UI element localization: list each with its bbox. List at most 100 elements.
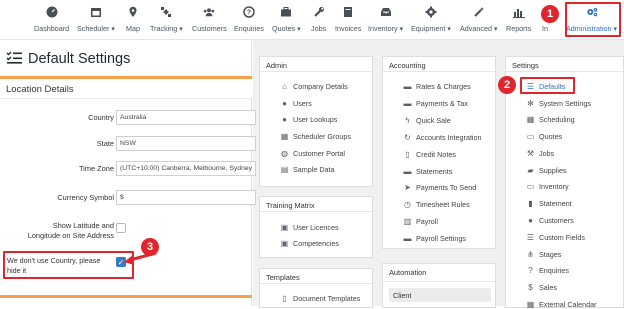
country-field[interactable]: Australia [116,110,256,125]
nav-jobs[interactable]: Jobs [311,6,326,33]
nav-customers[interactable]: Customers [192,6,227,33]
flow-icon: ⋔ [527,250,534,259]
link-statement[interactable]: ▮ Statement [526,199,571,208]
nav-quotes[interactable]: Quotes ▾ [272,6,301,33]
database-icon: ▤ [280,165,289,174]
link-rates-charges[interactable]: ▬ Rates & Charges [403,82,471,91]
home-icon: ⌂ [282,82,287,91]
callout-badge-2: 2 [498,76,516,94]
link-competencies[interactable]: ▣ Competencies [280,239,339,248]
link-jobs[interactable]: ⚒ Jobs [526,149,554,158]
nav-inventory[interactable]: Inventory ▾ [368,6,403,33]
gear-icon: ✻ [527,99,534,108]
question-icon: ? [243,6,255,18]
nav-equipment[interactable]: Equipment ▾ [411,6,451,33]
wrench-icon: ⚒ [526,149,535,158]
state-field[interactable]: NSW [116,136,256,151]
calendar-icon: ▦ [526,300,535,309]
id-card-icon: ▣ [280,223,289,232]
nav-advanced[interactable]: Advanced ▾ [460,6,498,33]
nav-reports[interactable]: Reports [506,6,531,33]
briefcase-icon [280,6,292,18]
file-icon: ▯ [405,150,410,159]
map-pin-icon [127,6,139,18]
inbox-icon [380,6,392,18]
bottom-accent-bar [0,295,252,298]
dollar-icon: $ [528,283,533,292]
book-icon [342,6,354,18]
link-credit-notes[interactable]: ▯ Credit Notes [403,150,456,159]
globe-icon: ◍ [281,149,288,158]
link-system-settings[interactable]: ✻ System Settings [526,99,591,108]
users-icon [203,6,215,18]
link-quotes[interactable]: ▭ Quotes [526,132,562,141]
section-header: Location Details [0,79,252,99]
link-supplies[interactable]: ▰ Supplies [526,166,566,175]
link-stages[interactable]: ⋔ Stages [526,250,561,259]
link-payroll[interactable]: ▥ Payroll [403,217,438,226]
svg-text:?: ? [247,10,251,17]
page-title: Default Settings [6,51,130,67]
link-sales[interactable]: $ Sales [526,283,557,292]
link-sample-data[interactable]: ▤ Sample Data [280,165,335,174]
link-document-templates[interactable]: ▯ Document Templates [280,294,360,303]
money-icon: ▬ [403,234,412,243]
calendar-icon: ▦ [526,115,535,124]
link-scheduler-groups[interactable]: ▦ Scheduler Groups [280,132,351,141]
nav-dashboard[interactable]: Dashboard [34,6,69,33]
admin-panel: Admin ⌂ Company Details ● Users ● User Look… [259,56,373,187]
link-user-licences[interactable]: ▣ User Licences [280,223,339,232]
link-users[interactable]: ● Users [280,99,312,108]
inbox-icon: ▭ [526,182,535,191]
link-enquiries[interactable]: ? Enquiries [526,266,569,275]
link-user-lookups[interactable]: ● User Lookups [280,115,337,124]
link-payroll-settings[interactable]: ▬ Payroll Settings [403,234,466,243]
nav-enquiries[interactable]: ? Enquiries [234,6,264,33]
link-external-calendar[interactable]: ▦ External Calendar [526,300,597,309]
wrench-icon [313,6,325,18]
callout-badge-1: 1 [541,5,559,23]
book-icon: ▮ [528,199,533,208]
link-inventory[interactable]: ▭ Inventory [526,182,569,191]
callout-arrow-3 [124,251,157,265]
nav-tracking[interactable]: Tracking ▾ [150,6,183,33]
link-custom-fields[interactable]: ☰ Custom Fields [526,233,585,242]
templates-panel: Templates ▯ Document Templates [259,268,373,308]
link-payments-to-send[interactable]: ➤ Payments To Send [403,183,476,192]
bolt-icon: ϟ [405,116,410,125]
timezone-select[interactable]: (UTC+10:00) Canberra, Melbourne, Sydney [116,161,256,176]
callout-box-nocountry [3,251,134,279]
link-scheduling[interactable]: ▦ Scheduling [526,115,575,124]
building-icon: ▥ [403,217,412,226]
gear-icon [425,6,437,18]
callout-box-defaults [520,77,575,94]
list-icon: ☰ [526,233,535,242]
link-statements[interactable]: ▬ Statements [403,167,453,176]
link-accounts-integration[interactable]: ↻ Accounts Integration [403,133,481,142]
currency-field[interactable]: $ [116,190,256,205]
money-icon: ▬ [403,82,412,91]
send-icon: ➤ [404,183,411,192]
training-matrix-panel: Training Matrix ▣ User Licences ▣ Competen… [259,196,373,258]
latlong-checkbox[interactable] [116,223,126,233]
link-payments-tax[interactable]: ▬ Payments & Tax [403,99,468,108]
automation-client[interactable]: Client [389,288,491,302]
money-icon: ▬ [403,99,412,108]
nav-map[interactable]: Map [126,6,140,33]
link-customer-portal[interactable]: ◍ Customer Portal [280,149,345,158]
refresh-icon: ↻ [404,133,411,142]
clock-icon: ◷ [404,200,411,209]
link-company-details[interactable]: ⌂ Company Details [280,82,348,91]
id-card-icon: ▣ [280,239,289,248]
link-timesheet-rules[interactable]: ◷ Timesheet Rules [403,200,470,209]
nav-scheduler[interactable]: Scheduler ▾ [77,6,115,33]
money-icon: ▬ [403,167,412,176]
nav-invoices[interactable]: Invoices [335,6,361,33]
users-icon: ● [528,216,533,225]
link-quick-sale[interactable]: ϟ Quick Sale [403,116,450,125]
link-customers[interactable]: ● Customers [526,216,574,225]
automation-panel: Automation Client [382,263,496,308]
callout-box-administration [565,2,621,37]
bar-chart-icon [512,6,525,18]
briefcase-icon: ▭ [526,132,535,141]
